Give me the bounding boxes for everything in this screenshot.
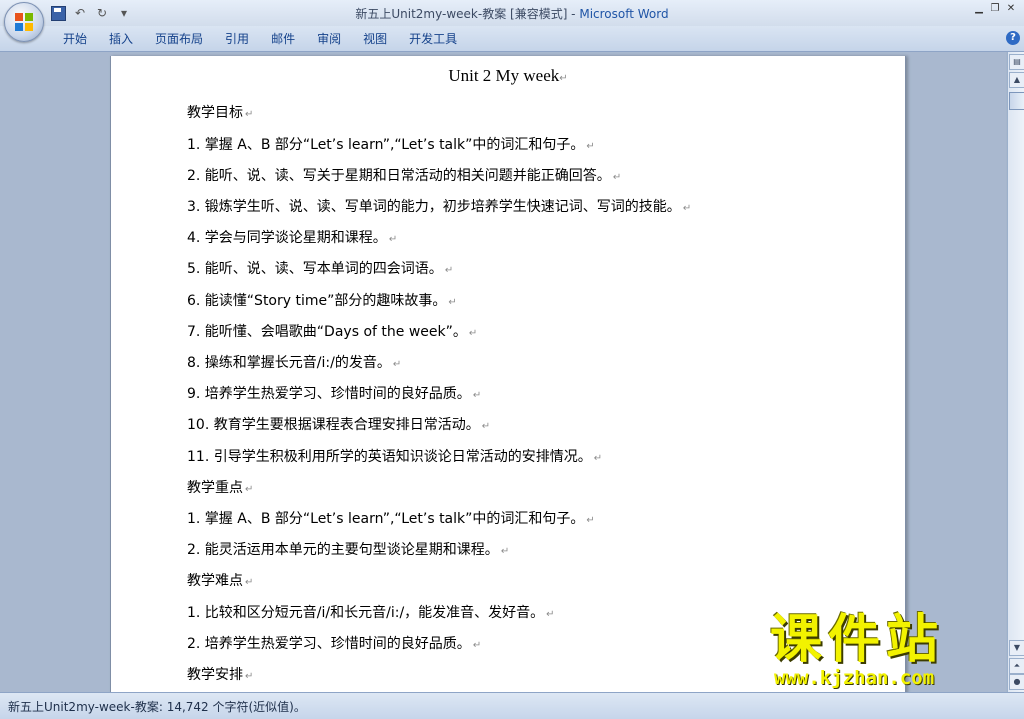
- paragraph: 4. 学会与同学谈论星期和课程。 ↵: [187, 230, 398, 246]
- paragraph: 1. 比较和区分短元音/i/和长元音/i:/，能发准音、发好音。 ↵: [187, 605, 555, 621]
- help-icon[interactable]: ?: [1006, 31, 1020, 45]
- paragraph: 5. 能听、说、读、写本单词的四会词语。 ↵: [187, 261, 454, 277]
- watermark-url: www.kjzhan.com: [774, 667, 935, 689]
- scroll-up-button[interactable]: ▲: [1009, 72, 1024, 88]
- restore-button[interactable]: ❐: [988, 2, 1002, 16]
- document-workspace: Unit 2 My week↵ 教学目标 ↵ 1. 掌握 A、B 部分“Let’s…: [0, 52, 1006, 692]
- office-button[interactable]: [4, 2, 44, 42]
- paragraph: 3. 锻炼学生听、说、读、写单词的能力，初步培养学生快速记词、写词的技能。 ↵: [187, 199, 692, 215]
- paragraph: 教学安排 ↵: [187, 667, 254, 683]
- paragraph: 2. 能听、说、读、写关于星期和日常活动的相关问题并能正确回答。 ↵: [187, 168, 622, 184]
- window-title: 新五上Unit2my-week-教案 [兼容模式] - Microsoft Wo…: [0, 5, 1024, 22]
- tab-developer[interactable]: 开发工具: [398, 31, 468, 47]
- paragraph: 1. 掌握 A、B 部分“Let’s learn”,“Let’s talk”中的…: [187, 137, 595, 153]
- tab-view[interactable]: 视图: [352, 31, 398, 47]
- title-bar: ↶ ↻ ▾ 新五上Unit2my-week-教案 [兼容模式] - Micros…: [0, 0, 1024, 26]
- paragraph: 7. 能听懂、会唱歌曲“Days of the week”。 ↵: [187, 324, 478, 340]
- tab-home[interactable]: 开始: [52, 31, 98, 47]
- paragraph: 8. 操练和掌握长元音/i:/的发音。 ↵: [187, 355, 402, 371]
- status-bar: 新五上Unit2my-week-教案: 14,742 个字符(近似值)。: [0, 692, 1024, 719]
- close-button[interactable]: ✕: [1004, 2, 1018, 16]
- tab-references[interactable]: 引用: [214, 31, 260, 47]
- document-page[interactable]: Unit 2 My week↵ 教学目标 ↵ 1. 掌握 A、B 部分“Let’s…: [110, 56, 906, 692]
- tab-insert[interactable]: 插入: [98, 31, 144, 47]
- ribbon-tabs: 开始 插入 页面布局 引用 邮件 审阅 视图 开发工具 ?: [0, 26, 1024, 52]
- status-text: 新五上Unit2my-week-教案: 14,742 个字符(近似值)。: [8, 700, 306, 714]
- document-name: 新五上Unit2my-week-教案 [兼容模式] -: [355, 7, 580, 21]
- tab-review[interactable]: 审阅: [306, 31, 352, 47]
- watermark-logo: 课件站 www.kjzhan.com: [770, 612, 1020, 692]
- office-logo-icon: [15, 13, 33, 31]
- watermark-title: 课件站: [770, 610, 945, 670]
- paragraph: 教学重点 ↵: [187, 480, 254, 496]
- paragraph: 9. 培养学生热爱学习、珍惜时间的良好品质。 ↵: [187, 386, 482, 402]
- paragraph: 2. 培养学生热爱学习、珍惜时间的良好品质。 ↵: [187, 636, 482, 652]
- paragraph: 2. 能灵活运用本单元的主要句型谈论星期和课程。 ↵: [187, 542, 510, 558]
- tab-mailings[interactable]: 邮件: [260, 31, 306, 47]
- paragraph: 教学难点 ↵: [187, 573, 254, 589]
- vertical-scrollbar[interactable]: ▤ ▲ ▼ ⏶ ●: [1007, 52, 1024, 692]
- window-controls: ▁ ❐ ✕: [972, 2, 1018, 16]
- scrollbar-thumb[interactable]: [1009, 92, 1024, 110]
- paragraph: 11. 引导学生积极利用所学的英语知识谈论日常活动的安排情况。 ↵: [187, 449, 603, 465]
- ruler-toggle-icon[interactable]: ▤: [1009, 54, 1024, 70]
- tab-page-layout[interactable]: 页面布局: [144, 31, 214, 47]
- minimize-button[interactable]: ▁: [972, 2, 986, 16]
- paragraph: 教学目标 ↵: [187, 105, 254, 121]
- document-title: Unit 2 My week↵: [448, 66, 568, 85]
- paragraph: 1. 掌握 A、B 部分“Let’s learn”,“Let’s talk”中的…: [187, 511, 595, 527]
- app-name: Microsoft Word: [579, 7, 669, 21]
- paragraph: 6. 能读懂“Story time”部分的趣味故事。 ↵: [187, 293, 457, 309]
- paragraph: 10. 教育学生要根据课程表合理安排日常活动。 ↵: [187, 417, 491, 433]
